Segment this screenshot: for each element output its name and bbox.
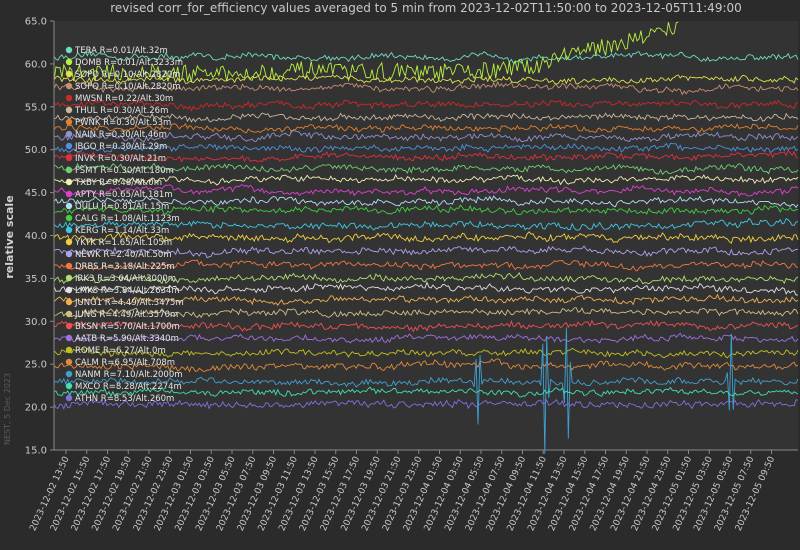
legend-swatch xyxy=(65,310,73,318)
y-tick-label: 20.0 xyxy=(25,403,47,414)
legend-swatch xyxy=(65,58,73,66)
legend-swatch xyxy=(65,358,73,366)
legend-entry: ROME R=6.27/Alt.0m xyxy=(75,346,166,356)
legend-swatch xyxy=(65,286,73,294)
legend-entry: MWSN R=0.22/Alt.30m xyxy=(75,94,173,104)
legend-entry: INVK R=0.30/Alt.21m xyxy=(75,154,166,164)
legend-swatch xyxy=(65,190,73,198)
legend-swatch xyxy=(65,70,73,78)
legend-entry: IRK3 R=3.64/Alt.3000m xyxy=(75,274,176,284)
legend-entry: KERG R=1.14/Alt.33m xyxy=(75,226,169,236)
legend-swatch xyxy=(65,238,73,246)
legend-entry: DOMB R=0.01/Alt.3233m xyxy=(75,58,183,68)
legend-swatch xyxy=(65,106,73,114)
legend-swatch xyxy=(65,118,73,126)
legend-entry: SOPO R=0.10/Alt.2820m xyxy=(75,70,181,80)
legend-swatch xyxy=(65,346,73,354)
legend-entry: OULU R=0.81/Alt.15m xyxy=(75,202,169,212)
y-tick-label: 55.0 xyxy=(25,102,47,113)
legend-entry: CALM R=6.95/Alt.708m xyxy=(75,358,175,368)
y-tick-label: 15.0 xyxy=(25,446,47,457)
legend-swatch xyxy=(65,202,73,210)
legend-entry: PWNK R=0.30/Alt.53m xyxy=(75,118,171,128)
legend-swatch xyxy=(65,142,73,150)
y-tick-label: 35.0 xyxy=(25,274,47,285)
y-tick-label: 40.0 xyxy=(25,231,47,242)
legend-entry: ATHN R=8.53/Alt.260m xyxy=(75,394,174,404)
legend-entry: NANM R=7.10/Alt.2000m xyxy=(75,370,183,380)
legend-swatch xyxy=(65,298,73,306)
y-axis-label: relative scale xyxy=(3,195,16,278)
legend-swatch xyxy=(65,46,73,54)
legend-entry: AATB R=5.90/Alt.3340m xyxy=(75,334,179,344)
legend-swatch xyxy=(65,214,73,222)
y-tick-label: 60.0 xyxy=(25,59,47,70)
chart-title: revised corr_for_efficiency values avera… xyxy=(110,1,742,15)
legend-entry: NEWK R=2.40/Alt.50m xyxy=(75,250,172,260)
legend-entry: THUL R=0.30/Alt.26m xyxy=(74,106,168,116)
legend-entry: CALG R=1.08/Alt.1123m xyxy=(75,214,180,224)
legend-entry: NAIN R=0.30/Alt.46m xyxy=(75,130,167,140)
legend-swatch xyxy=(65,382,73,390)
y-tick-label: 65.0 xyxy=(25,17,47,28)
legend-entry: DRBS R=3.18/Alt.225m xyxy=(75,262,175,272)
legend-swatch xyxy=(65,250,73,258)
legend-entry: LMKS R=3.84/Alt.2634m xyxy=(75,286,180,296)
chart-canvas: revised corr_for_efficiency values avera… xyxy=(0,0,800,550)
y-tick-label: 25.0 xyxy=(25,360,47,371)
legend-entry: MXCO R=8.28/Alt.2274m xyxy=(75,382,182,392)
y-tick-label: 45.0 xyxy=(25,188,47,199)
legend-entry: SOPQ R=0.10/Alt.2820m xyxy=(75,82,181,92)
legend-entry: TXBY R=0.48/Alt.0m xyxy=(74,178,162,188)
legend-swatch xyxy=(65,274,73,282)
legend-entry: APTY R=0.65/Alt.181m xyxy=(75,190,173,200)
y-tick-label: 30.0 xyxy=(25,317,47,328)
legend-swatch xyxy=(65,82,73,90)
legend-entry: YKTK R=1.65/Alt.105m xyxy=(74,238,172,248)
legend-swatch xyxy=(65,334,73,342)
legend-swatch xyxy=(65,166,73,174)
legend-swatch xyxy=(65,178,73,186)
legend-swatch xyxy=(65,370,73,378)
legend-entry: BKSN R=5.70/Alt.1700m xyxy=(75,322,180,332)
legend-entry: FSMT R=0.30/Alt.180m xyxy=(75,166,174,176)
legend-entry: TERA R=0.01/Alt.32m xyxy=(74,46,168,56)
legend-entry: JUNG1 R=4.49/Alt.3475m xyxy=(74,298,184,308)
legend-swatch xyxy=(65,322,73,330)
legend-entry: JUNG R=4.49/Alt.3570m xyxy=(74,310,178,320)
watermark-text: NEST, 5 Dec 2023 xyxy=(3,373,12,445)
legend-swatch xyxy=(65,94,73,102)
legend-entry: JBGO R=0.30/Alt.29m xyxy=(74,142,167,152)
y-tick-label: 50.0 xyxy=(25,145,47,156)
legend-swatch xyxy=(65,394,73,402)
legend-swatch xyxy=(65,262,73,270)
legend-swatch xyxy=(65,226,73,234)
legend-swatch xyxy=(65,130,73,138)
legend-swatch xyxy=(65,154,73,162)
